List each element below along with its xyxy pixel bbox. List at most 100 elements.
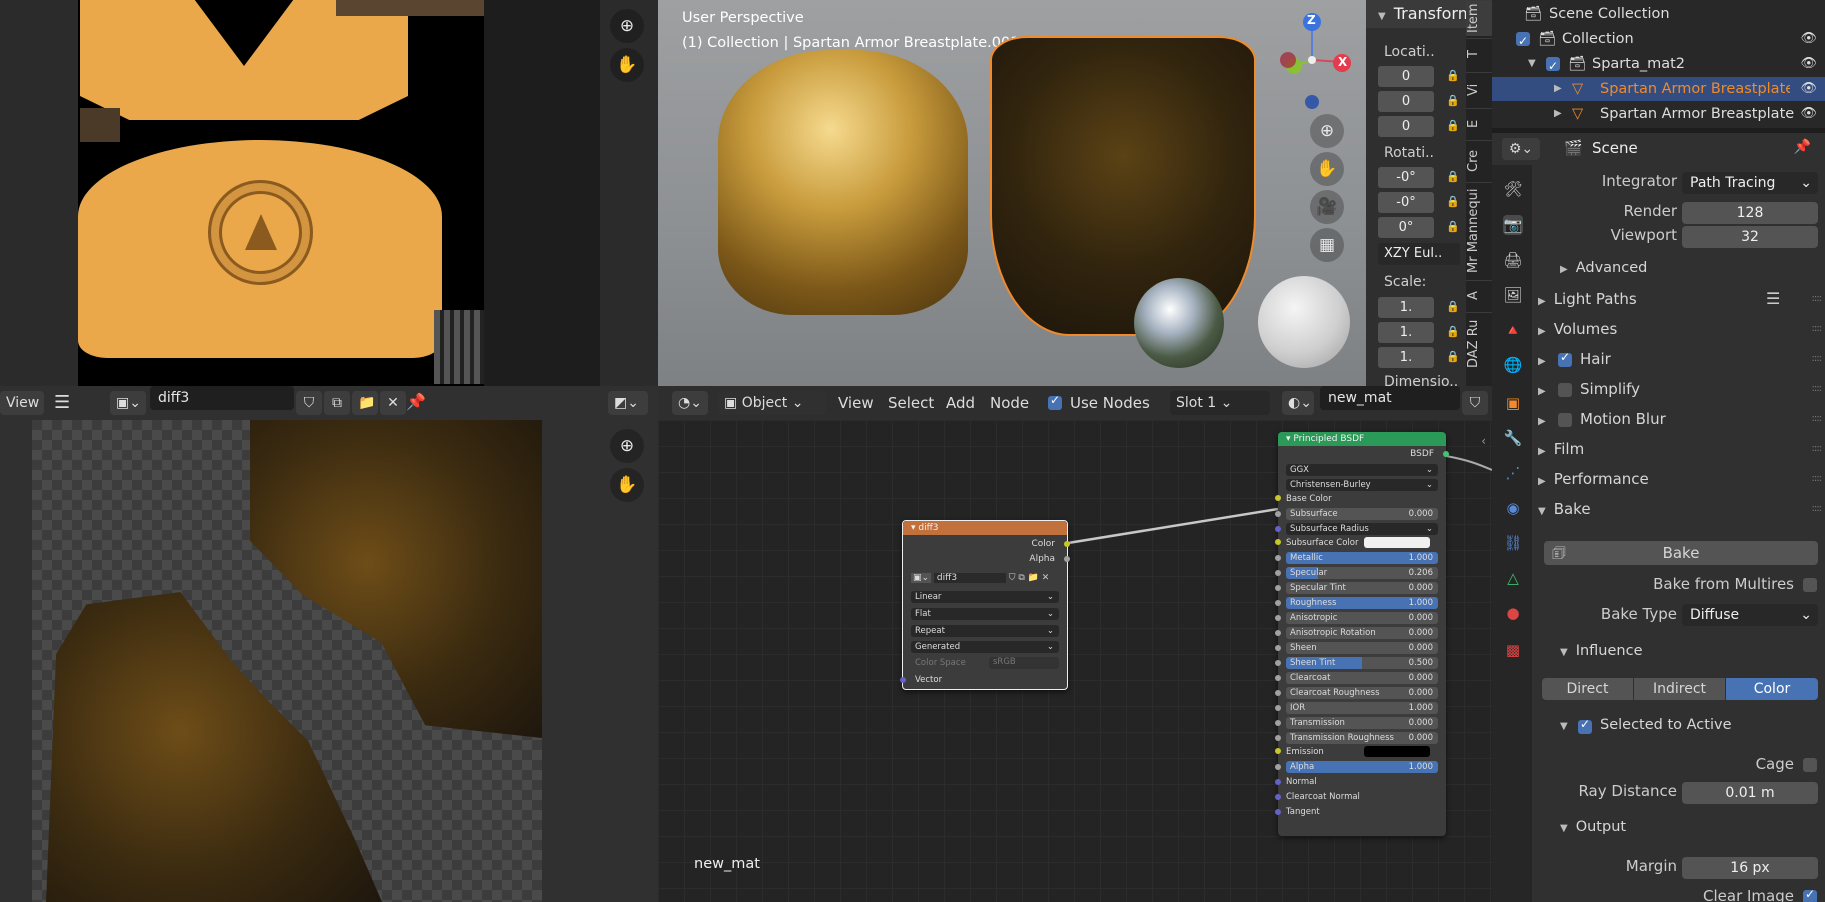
outliner-row-sparta-mat2[interactable]: ▼ 🗃 Sparta_mat2 👁 [1492,52,1825,78]
source-dropdown[interactable]: Generated ⌄ [911,641,1059,653]
tab-create[interactable]: Cre [1466,140,1492,180]
subsurface-color-swatch[interactable] [1364,537,1430,548]
projection-dropdown[interactable]: Flat ⌄ [911,608,1059,620]
sheen-slider[interactable]: Sheen 0.000 [1286,642,1438,654]
volumes-panel[interactable]: ▶ Volumes [1538,320,1617,338]
transmission-roughness-slider[interactable]: Transmission Roughness 0.000 [1286,732,1438,744]
drag-grip-icon[interactable]: :::: [1812,503,1823,514]
particles-icon[interactable]: ⋰ [1503,463,1523,483]
lock-icon[interactable]: 🔒 [1446,325,1460,338]
rotation-y-field[interactable]: -0° [1378,192,1434,213]
motion-blur-panel[interactable]: ▶ [1538,410,1554,428]
specular-tint-slider[interactable]: Specular Tint 0.000 [1286,582,1438,594]
pin-icon[interactable]: 📌 [1794,139,1811,155]
rotation-x-field[interactable]: -0° [1378,167,1434,188]
clearcoat-roughness-slider[interactable]: Clearcoat Roughness 0.000 [1286,687,1438,699]
zoom-icon[interactable]: ⊕ [610,429,644,463]
uv-image-editor-bottom[interactable] [0,420,600,902]
selected-to-active-subpanel[interactable]: ▼ [1560,717,1576,733]
pan-hand-icon[interactable]: ✋ [610,48,644,82]
hamburger-menu-icon[interactable]: ☰ [54,392,70,413]
render-icon[interactable]: 📷 [1503,215,1523,235]
eye-icon[interactable]: 👁 [1800,102,1817,126]
tab-tool[interactable]: T [1466,38,1492,70]
expand-arrow-icon[interactable]: ▼ [1528,52,1536,76]
lock-icon[interactable]: 🔒 [1446,195,1460,208]
drag-grip-icon[interactable]: :::: [1812,413,1823,424]
lock-icon[interactable]: 🔒 [1446,94,1460,107]
modifier-wrench-icon[interactable]: 🔧 [1503,428,1523,448]
color-socket-icon[interactable] [1275,495,1281,501]
margin-field[interactable]: 16 px [1682,857,1818,879]
cage-checkbox[interactable] [1803,758,1817,772]
outliner-row-collection[interactable]: 🗃 Collection 👁 [1492,27,1825,53]
dark-breastplate-selected[interactable] [990,36,1256,336]
lock-icon[interactable]: 🔒 [1446,220,1460,233]
hair-checkbox[interactable] [1558,350,1572,367]
vector-socket-icon[interactable] [900,677,906,683]
editor-type-icon[interactable]: ◔⌄ [672,391,708,415]
zoom-icon[interactable]: ⊕ [1310,114,1344,148]
extension-dropdown[interactable]: Repeat ⌄ [911,625,1059,637]
outliner-row-breastplate-001-selected[interactable]: ▶ ▽ Spartan Armor Breastplate.00 👁 [1492,77,1825,101]
scale-x-field[interactable]: 1. [1378,297,1434,318]
principled-bsdf-node[interactable]: ▾ Principled BSDF BSDF GGX ⌄ Christensen-… [1275,432,1449,836]
shader-node-editor[interactable]: ▾ diff3 Color Alpha ▣⌄ diff3 ⛉ ⧉ 📁 ✕ Lin… [658,420,1492,902]
image-browse-icon[interactable]: ▣⌄ [110,391,146,415]
material-name-field[interactable]: new_mat [1320,386,1460,410]
location-y-field[interactable]: 0 [1378,91,1434,112]
location-z-field[interactable]: 0 [1378,116,1434,137]
eye-icon[interactable]: 👁 [1800,77,1817,101]
clearcoat-slider[interactable]: Clearcoat 0.000 [1286,672,1438,684]
selected-to-active-checkbox[interactable] [1578,717,1592,734]
exclude-checkbox[interactable] [1546,54,1560,78]
image-node-header[interactable]: ▾ diff3 [903,521,1067,535]
menu-select[interactable]: Select [888,391,934,415]
subsurface-method-dropdown[interactable]: Christensen-Burley ⌄ [1286,479,1438,491]
bsdf-node-header[interactable]: ▾ Principled BSDF [1278,432,1446,446]
expand-arrow-icon[interactable]: ▶ [1554,77,1562,101]
slot-dropdown[interactable]: Slot 1 ⌄ [1170,391,1270,415]
drag-grip-icon[interactable]: :::: [1812,293,1823,304]
exclude-checkbox[interactable] [1516,29,1530,53]
node-image-actions-icon[interactable]: ⛉ ⧉ 📁 ✕ [1009,573,1050,583]
alpha-socket-icon[interactable] [1064,556,1070,562]
shader-type-dropdown[interactable]: ▣ Object ⌄ [718,391,826,415]
bake-panel[interactable]: ▼ Bake [1538,500,1591,518]
influence-direct-toggle[interactable]: Direct [1542,678,1633,700]
drag-grip-icon[interactable]: :::: [1812,383,1823,394]
bake-button[interactable]: 🗊 Bake [1544,541,1818,565]
texture-icon[interactable]: ▩ [1503,640,1523,660]
node-image-name[interactable]: diff3 [933,573,1006,583]
emission-color-swatch[interactable] [1364,746,1430,757]
image-name-field[interactable]: diff3 [150,386,294,410]
scale-z-field[interactable]: 1. [1378,347,1434,368]
image-browse-icon[interactable]: ▣⌄ [911,573,932,583]
display-channels-icon[interactable]: ◩⌄ [608,391,648,415]
lock-icon[interactable]: 🔒 [1446,119,1460,132]
editor-type-icon[interactable]: ⚙⌄ [1502,138,1540,160]
data-mesh-icon[interactable]: △ [1503,568,1523,588]
eye-icon[interactable]: 👁 [1800,27,1817,51]
ior-field[interactable]: IOR 1.000 [1286,702,1438,714]
golden-breastplate[interactable] [718,50,968,315]
presets-list-icon[interactable]: ☰ [1766,289,1780,308]
physics-icon[interactable]: ◉ [1503,498,1523,518]
simplify-panel[interactable]: ▶ [1538,380,1554,398]
sheen-tint-slider[interactable]: Sheen Tint 0.500 [1286,657,1438,669]
outliner[interactable]: 🗃 Scene Collection 🗃 Collection 👁 ▼ 🗃 Sp… [1492,0,1825,128]
node-image-selector[interactable]: ▣⌄ diff3 ⛉ ⧉ 📁 ✕ [911,573,1061,586]
metallic-slider[interactable]: Metallic 1.000 [1286,552,1438,564]
tab-mr-mannequin[interactable]: Mr Mannequi [1466,182,1492,278]
close-icon[interactable]: ✕ [380,391,406,415]
light-paths-panel[interactable]: ▶ Light Paths [1538,290,1637,308]
drag-grip-icon[interactable]: :::: [1812,443,1823,454]
use-nodes-checkbox[interactable] [1048,393,1062,410]
rotation-mode-dropdown[interactable]: XZY Eul.. [1378,243,1460,265]
rotation-z-field[interactable]: 0° [1378,217,1434,238]
anisotropic-slider[interactable]: Anisotropic 0.000 [1286,612,1438,624]
constraints-icon[interactable]: ⛓ [1503,533,1523,553]
object-icon[interactable]: ▣ [1503,393,1523,413]
bake-type-dropdown[interactable]: Diffuse ⌄ [1682,604,1818,626]
subsurface-field[interactable]: Subsurface 0.000 [1286,508,1438,520]
